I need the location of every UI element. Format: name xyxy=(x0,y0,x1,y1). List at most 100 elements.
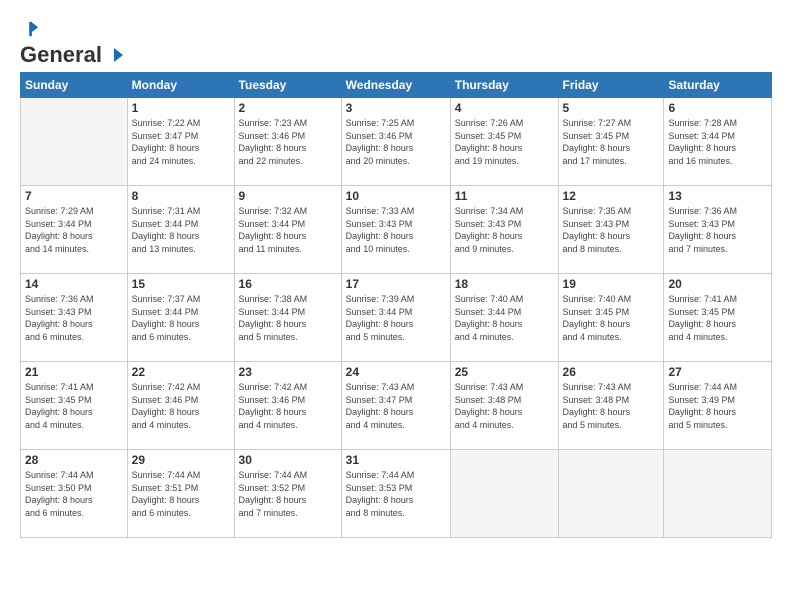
day-number: 20 xyxy=(668,277,767,291)
calendar-cell: 16Sunrise: 7:38 AM Sunset: 3:44 PM Dayli… xyxy=(234,274,341,362)
day-number: 27 xyxy=(668,365,767,379)
calendar-cell: 8 Sunrise: 7:31 AM Sunset: 3:44 PM Daylig… xyxy=(127,186,234,274)
day-info: Sunrise: 7:44 AM Sunset: 3:53 PM Dayligh… xyxy=(346,469,446,519)
day-info: Sunrise: 7:32 AM Sunset: 3:44 PM Dayligh… xyxy=(239,205,337,255)
day-number: 9 xyxy=(239,189,337,203)
calendar-table: SundayMondayTuesdayWednesdayThursdayFrid… xyxy=(20,72,772,538)
day-info: Sunrise: 7:42 AM Sunset: 3:46 PM Dayligh… xyxy=(132,381,230,431)
calendar-cell: 10 Sunrise: 7:33 AM Sunset: 3:43 PM Dayli… xyxy=(341,186,450,274)
day-number: 22 xyxy=(132,365,230,379)
logo-general-part: General xyxy=(20,42,102,68)
day-number: 29 xyxy=(132,453,230,467)
day-info: Sunrise: 7:35 AM Sunset: 3:43 PM Dayligh… xyxy=(563,205,660,255)
logo-wave-icon xyxy=(103,46,125,64)
calendar-week-3: 14Sunrise: 7:36 AM Sunset: 3:43 PM Dayli… xyxy=(21,274,772,362)
calendar-cell: 23 Sunrise: 7:42 AM Sunset: 3:46 PM Dayli… xyxy=(234,362,341,450)
calendar-week-5: 28 Sunrise: 7:44 AM Sunset: 3:50 PM Dayli… xyxy=(21,450,772,538)
calendar-cell: 11 Sunrise: 7:34 AM Sunset: 3:43 PM Dayli… xyxy=(450,186,558,274)
calendar-cell: 5 Sunrise: 7:27 AM Sunset: 3:45 PM Daylig… xyxy=(558,98,664,186)
day-info: Sunrise: 7:22 AM Sunset: 3:47 PM Dayligh… xyxy=(132,117,230,167)
calendar-cell: 3 Sunrise: 7:25 AM Sunset: 3:46 PM Daylig… xyxy=(341,98,450,186)
day-info: Sunrise: 7:37 AM Sunset: 3:44 PM Dayligh… xyxy=(132,293,230,343)
day-number: 23 xyxy=(239,365,337,379)
day-number: 19 xyxy=(563,277,660,291)
day-info: Sunrise: 7:43 AM Sunset: 3:47 PM Dayligh… xyxy=(346,381,446,431)
weekday-header-saturday: Saturday xyxy=(664,73,772,98)
calendar-cell: 12 Sunrise: 7:35 AM Sunset: 3:43 PM Dayli… xyxy=(558,186,664,274)
header: General xyxy=(20,16,772,62)
calendar-cell: 13 Sunrise: 7:36 AM Sunset: 3:43 PM Dayli… xyxy=(664,186,772,274)
day-info: Sunrise: 7:23 AM Sunset: 3:46 PM Dayligh… xyxy=(239,117,337,167)
day-info: Sunrise: 7:44 AM Sunset: 3:49 PM Dayligh… xyxy=(668,381,767,431)
weekday-header-thursday: Thursday xyxy=(450,73,558,98)
logo-text xyxy=(20,16,40,42)
day-number: 12 xyxy=(563,189,660,203)
day-number: 15 xyxy=(132,277,230,291)
logo: General xyxy=(20,16,126,62)
day-info: Sunrise: 7:44 AM Sunset: 3:51 PM Dayligh… xyxy=(132,469,230,519)
day-info: Sunrise: 7:43 AM Sunset: 3:48 PM Dayligh… xyxy=(563,381,660,431)
day-info: Sunrise: 7:27 AM Sunset: 3:45 PM Dayligh… xyxy=(563,117,660,167)
calendar-cell: 21 Sunrise: 7:41 AM Sunset: 3:45 PM Dayli… xyxy=(21,362,128,450)
day-number: 10 xyxy=(346,189,446,203)
calendar-cell xyxy=(21,98,128,186)
page: General SundayMondayTuesdayWednesdayThur… xyxy=(0,0,792,612)
day-info: Sunrise: 7:31 AM Sunset: 3:44 PM Dayligh… xyxy=(132,205,230,255)
calendar-cell: 26 Sunrise: 7:43 AM Sunset: 3:48 PM Dayli… xyxy=(558,362,664,450)
day-number: 5 xyxy=(563,101,660,115)
weekday-header-sunday: Sunday xyxy=(21,73,128,98)
day-info: Sunrise: 7:41 AM Sunset: 3:45 PM Dayligh… xyxy=(25,381,123,431)
day-number: 11 xyxy=(455,189,554,203)
day-info: Sunrise: 7:33 AM Sunset: 3:43 PM Dayligh… xyxy=(346,205,446,255)
calendar-cell: 31 Sunrise: 7:44 AM Sunset: 3:53 PM Dayli… xyxy=(341,450,450,538)
day-info: Sunrise: 7:40 AM Sunset: 3:44 PM Dayligh… xyxy=(455,293,554,343)
calendar-cell: 9 Sunrise: 7:32 AM Sunset: 3:44 PM Daylig… xyxy=(234,186,341,274)
day-number: 26 xyxy=(563,365,660,379)
weekday-header-friday: Friday xyxy=(558,73,664,98)
calendar-week-4: 21 Sunrise: 7:41 AM Sunset: 3:45 PM Dayli… xyxy=(21,362,772,450)
calendar-cell: 29 Sunrise: 7:44 AM Sunset: 3:51 PM Dayli… xyxy=(127,450,234,538)
day-number: 2 xyxy=(239,101,337,115)
calendar-cell xyxy=(450,450,558,538)
day-info: Sunrise: 7:36 AM Sunset: 3:43 PM Dayligh… xyxy=(668,205,767,255)
weekday-header-monday: Monday xyxy=(127,73,234,98)
day-number: 1 xyxy=(132,101,230,115)
calendar-cell: 18 Sunrise: 7:40 AM Sunset: 3:44 PM Dayli… xyxy=(450,274,558,362)
calendar-week-1: 1 Sunrise: 7:22 AM Sunset: 3:47 PM Daylig… xyxy=(21,98,772,186)
calendar-cell: 4Sunrise: 7:26 AM Sunset: 3:45 PM Daylig… xyxy=(450,98,558,186)
day-number: 18 xyxy=(455,277,554,291)
weekday-header-tuesday: Tuesday xyxy=(234,73,341,98)
day-info: Sunrise: 7:28 AM Sunset: 3:44 PM Dayligh… xyxy=(668,117,767,167)
weekday-header-wednesday: Wednesday xyxy=(341,73,450,98)
day-number: 31 xyxy=(346,453,446,467)
day-number: 16 xyxy=(239,277,337,291)
calendar-cell: 7 Sunrise: 7:29 AM Sunset: 3:44 PM Daylig… xyxy=(21,186,128,274)
day-info: Sunrise: 7:44 AM Sunset: 3:50 PM Dayligh… xyxy=(25,469,123,519)
calendar-cell xyxy=(664,450,772,538)
day-number: 8 xyxy=(132,189,230,203)
day-info: Sunrise: 7:25 AM Sunset: 3:46 PM Dayligh… xyxy=(346,117,446,167)
calendar-week-2: 7 Sunrise: 7:29 AM Sunset: 3:44 PM Daylig… xyxy=(21,186,772,274)
day-number: 14 xyxy=(25,277,123,291)
day-info: Sunrise: 7:40 AM Sunset: 3:45 PM Dayligh… xyxy=(563,293,660,343)
day-number: 24 xyxy=(346,365,446,379)
day-info: Sunrise: 7:34 AM Sunset: 3:43 PM Dayligh… xyxy=(455,205,554,255)
day-number: 13 xyxy=(668,189,767,203)
day-number: 28 xyxy=(25,453,123,467)
calendar-cell: 2 Sunrise: 7:23 AM Sunset: 3:46 PM Daylig… xyxy=(234,98,341,186)
logo-flag-icon xyxy=(22,20,40,38)
day-info: Sunrise: 7:29 AM Sunset: 3:44 PM Dayligh… xyxy=(25,205,123,255)
day-number: 6 xyxy=(668,101,767,115)
day-info: Sunrise: 7:43 AM Sunset: 3:48 PM Dayligh… xyxy=(455,381,554,431)
day-number: 7 xyxy=(25,189,123,203)
day-number: 21 xyxy=(25,365,123,379)
calendar-cell xyxy=(558,450,664,538)
calendar-cell: 25Sunrise: 7:43 AM Sunset: 3:48 PM Dayli… xyxy=(450,362,558,450)
day-info: Sunrise: 7:26 AM Sunset: 3:45 PM Dayligh… xyxy=(455,117,554,167)
calendar-cell: 28 Sunrise: 7:44 AM Sunset: 3:50 PM Dayli… xyxy=(21,450,128,538)
day-info: Sunrise: 7:42 AM Sunset: 3:46 PM Dayligh… xyxy=(239,381,337,431)
day-number: 3 xyxy=(346,101,446,115)
weekday-header-row: SundayMondayTuesdayWednesdayThursdayFrid… xyxy=(21,73,772,98)
calendar-cell: 15 Sunrise: 7:37 AM Sunset: 3:44 PM Dayli… xyxy=(127,274,234,362)
calendar-cell: 19 Sunrise: 7:40 AM Sunset: 3:45 PM Dayli… xyxy=(558,274,664,362)
